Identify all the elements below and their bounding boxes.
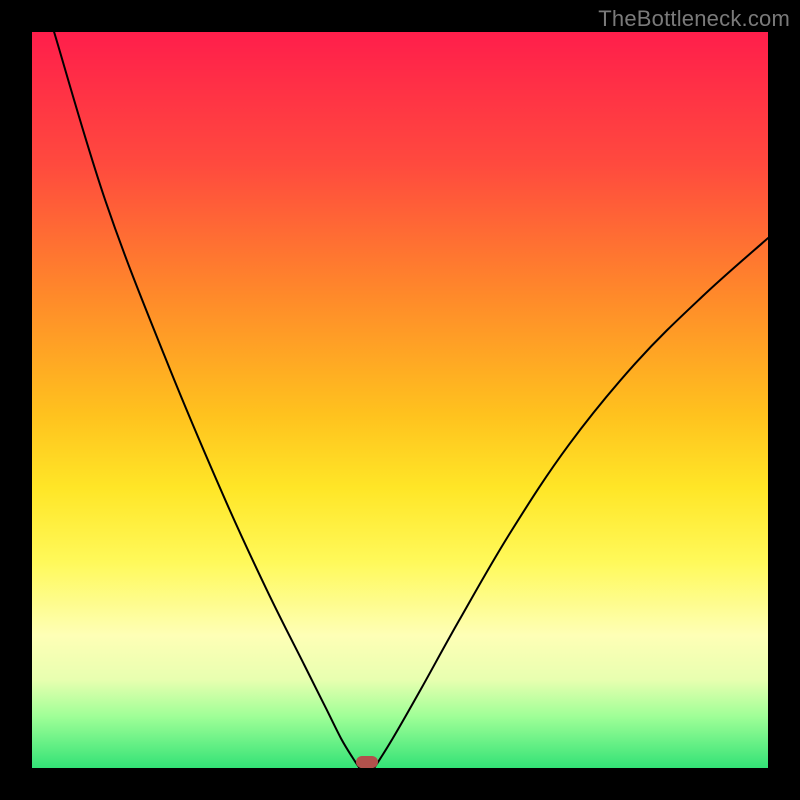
curve-right-branch <box>374 238 768 768</box>
curve-svg <box>32 32 768 768</box>
plot-area <box>32 32 768 768</box>
watermark-text: TheBottleneck.com <box>598 6 790 32</box>
optimum-marker <box>356 756 378 768</box>
curve-left-branch <box>54 32 359 768</box>
chart-frame: TheBottleneck.com <box>0 0 800 800</box>
